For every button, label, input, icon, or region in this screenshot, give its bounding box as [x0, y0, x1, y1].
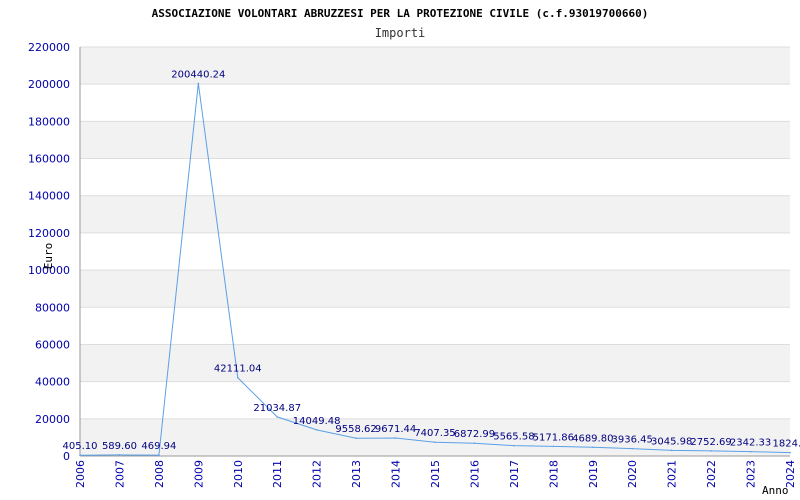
- x-tick-label: 2016: [468, 460, 481, 488]
- x-tick-label: 2015: [429, 460, 442, 488]
- data-point: [670, 449, 673, 452]
- plot-band: [80, 195, 790, 233]
- x-axis-ticks: 2006 2007 2008 2009 2010 2011 2012 2013 2014 2015…: [74, 460, 797, 488]
- data-point: [276, 416, 279, 418]
- chart-subtitle: Importi: [375, 26, 426, 40]
- data-label: 2342.33: [730, 438, 771, 449]
- data-point: [79, 454, 81, 457]
- x-tick-label: 2009: [192, 460, 205, 488]
- data-point: [158, 454, 160, 456]
- data-label: 14049.48: [293, 416, 341, 427]
- data-label: 4689.80: [572, 433, 613, 444]
- y-tick-label: 140000: [28, 190, 70, 203]
- data-point: [789, 451, 791, 454]
- plot-band: [80, 121, 790, 159]
- y-tick-label: 180000: [28, 115, 70, 128]
- y-tick-label: 60000: [35, 338, 70, 351]
- chart-title: ASSOCIAZIONE VOLONTARI ABRUZZESI PER LA …: [152, 7, 649, 20]
- x-tick-label: 2019: [587, 460, 600, 488]
- y-tick-label: 80000: [35, 301, 70, 314]
- x-tick-label: 2008: [153, 460, 166, 488]
- data-label: 21034.87: [253, 403, 301, 414]
- x-tick-label: 2020: [626, 460, 639, 488]
- x-tick-label: 2018: [547, 460, 560, 488]
- plot-band: [80, 270, 790, 308]
- x-axis-label: Anno: [762, 484, 789, 497]
- y-tick-label: 20000: [35, 413, 70, 426]
- plot-band: [80, 344, 790, 382]
- x-tick-label: 2023: [745, 460, 758, 488]
- data-point: [118, 454, 121, 456]
- data-label: 9558.62: [335, 424, 376, 435]
- y-axis-label: Euro: [42, 243, 55, 270]
- data-label: 5171.86: [533, 432, 574, 443]
- data-label: 405.10: [63, 441, 98, 452]
- data-label: 6872.99: [454, 429, 495, 440]
- data-label: 3936.45: [612, 435, 653, 446]
- data-label: 1824.7: [773, 439, 800, 450]
- data-label: 469.94: [141, 441, 176, 452]
- data-point: [513, 444, 515, 447]
- x-tick-label: 2007: [113, 460, 126, 488]
- x-tick-label: 2010: [232, 460, 245, 488]
- data-point: [631, 447, 634, 450]
- data-label: 2752.69: [690, 437, 731, 448]
- data-label: 5565.58: [493, 432, 534, 443]
- y-tick-label: 40000: [35, 376, 70, 389]
- y-tick-label: 220000: [28, 41, 70, 54]
- data-label: 7407.35: [414, 428, 455, 439]
- line-chart: ASSOCIAZIONE VOLONTARI ABRUZZESI PER LA …: [28, 7, 800, 497]
- data-point: [710, 450, 712, 452]
- grid-lines: [79, 46, 790, 457]
- data-point: [355, 437, 357, 440]
- x-tick-label: 2011: [271, 460, 284, 488]
- data-point: [434, 441, 436, 444]
- y-tick-label: 120000: [28, 227, 70, 240]
- x-tick-label: 2017: [508, 460, 521, 488]
- data-label: 42111.04: [214, 364, 262, 375]
- data-point: [197, 82, 200, 85]
- data-point: [591, 446, 594, 449]
- y-tick-label: 160000: [28, 153, 70, 166]
- data-point: [749, 450, 752, 453]
- data-label: 9671.44: [375, 424, 416, 435]
- x-tick-label: 2012: [311, 460, 324, 488]
- data-label: 3045.98: [651, 436, 692, 447]
- x-tick-label: 2021: [666, 460, 679, 488]
- data-label: 200440.24: [171, 69, 225, 80]
- x-tick-label: 2022: [705, 460, 718, 488]
- x-tick-label: 2006: [74, 460, 87, 488]
- data-point: [552, 445, 555, 448]
- x-tick-label: 2013: [350, 460, 363, 488]
- data-point: [394, 437, 397, 439]
- data-label: 589.60: [102, 441, 137, 452]
- data-point: [236, 376, 239, 379]
- y-tick-label: 200000: [28, 78, 70, 91]
- data-point: [315, 429, 318, 431]
- data-point: [473, 442, 476, 445]
- plot-bands: [80, 47, 790, 456]
- x-tick-label: 2014: [390, 460, 403, 488]
